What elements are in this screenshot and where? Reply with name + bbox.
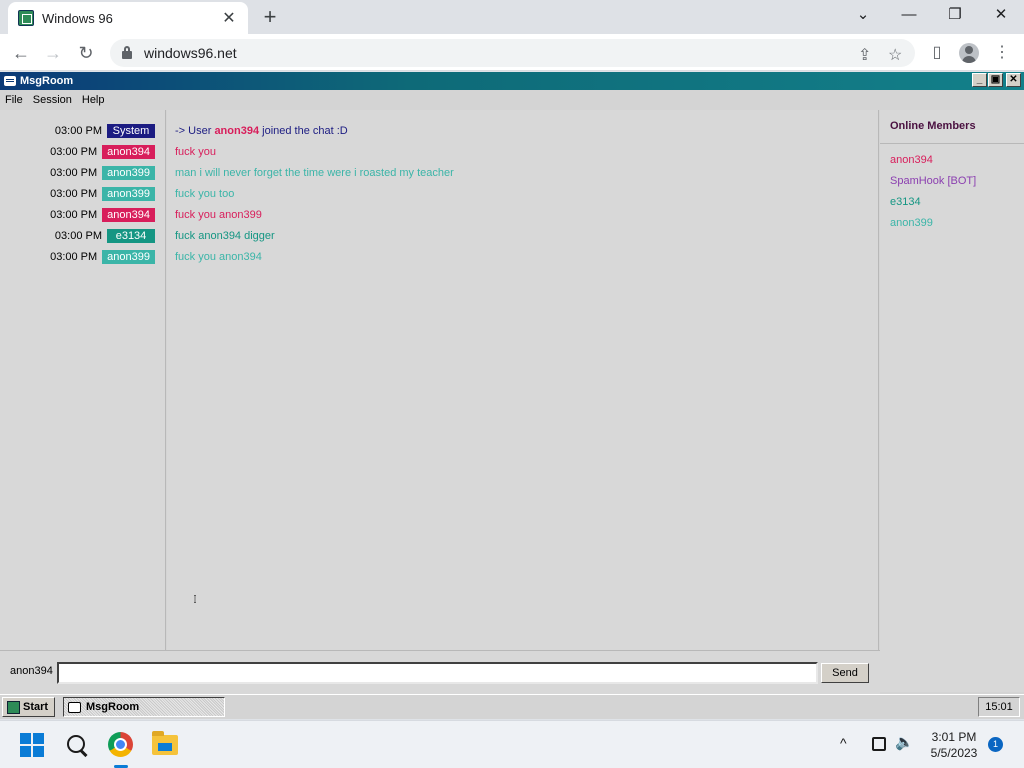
- address-bar[interactable]: windows96.net ⇪ ☆: [110, 39, 915, 67]
- restore-button[interactable]: ❐: [932, 0, 978, 32]
- window-close-button[interactable]: ✕: [1006, 73, 1021, 87]
- network-icon[interactable]: [872, 737, 886, 751]
- share-icon[interactable]: ⇪: [858, 45, 871, 65]
- msgroom-window: MsgRoom _ ▣ ✕ File Session Help 03:00 PM…: [0, 72, 1024, 694]
- message-time: 03:00 PM: [54, 230, 102, 242]
- file-explorer-icon[interactable]: [152, 731, 178, 755]
- notification-badge[interactable]: 1: [988, 737, 1003, 752]
- reload-button[interactable]: ↻: [73, 40, 99, 66]
- start-button[interactable]: Start: [2, 697, 55, 717]
- browser-tab-bar: Windows 96 ✕ + ⌄ — ❐ ✕: [0, 0, 1024, 34]
- message-meta: 03:00 PM anon399: [50, 249, 155, 265]
- menu-session[interactable]: Session: [33, 94, 72, 106]
- windows96-logo-icon: [7, 700, 20, 714]
- online-member[interactable]: anon399: [880, 213, 1024, 234]
- new-tab-button[interactable]: +: [258, 5, 282, 29]
- browser-tab[interactable]: Windows 96 ✕: [8, 2, 248, 34]
- clock-date: 5/5/2023: [930, 746, 978, 760]
- message-username-badge[interactable]: System: [107, 124, 155, 138]
- w96-clock[interactable]: 15:01: [978, 697, 1020, 717]
- text-cursor-icon: [194, 595, 196, 603]
- message-time: 03:00 PM: [50, 167, 98, 179]
- message-text: -> User anon394 joined the chat :D: [175, 123, 348, 139]
- tab-title: Windows 96: [42, 10, 113, 26]
- message-text: fuck you anon394: [175, 251, 262, 263]
- menu-help[interactable]: Help: [82, 94, 105, 106]
- message-time: 03:00 PM: [50, 209, 98, 221]
- side-panel-icon[interactable]: ▯: [925, 41, 949, 65]
- forward-button[interactable]: →: [40, 40, 66, 66]
- message-username-badge[interactable]: anon399: [102, 250, 155, 264]
- chat-bubble-icon: [4, 76, 16, 86]
- message-input-row: anon394 Send: [0, 650, 880, 694]
- clock-time: 3:01 PM: [931, 730, 977, 744]
- message-username-badge[interactable]: anon394: [102, 145, 155, 159]
- profile-avatar-icon: [959, 43, 979, 63]
- chat-bubble-icon: [68, 701, 81, 713]
- volume-icon[interactable]: 🔈: [895, 733, 914, 751]
- message-username-badge[interactable]: anon399: [102, 187, 155, 201]
- message-username-badge[interactable]: e3134: [107, 229, 155, 243]
- online-member[interactable]: SpamHook [BOT]: [880, 171, 1024, 192]
- message-username-badge[interactable]: anon394: [102, 208, 155, 222]
- message-time: 03:00 PM: [54, 125, 102, 137]
- system-message-prefix: -> User: [175, 125, 215, 137]
- message-time: 03:00 PM: [50, 146, 98, 158]
- message-time: 03:00 PM: [50, 188, 98, 200]
- online-members-header: Online Members: [880, 110, 1024, 144]
- message-meta: 03:00 PM anon394: [50, 144, 155, 160]
- window-titlebar[interactable]: MsgRoom _ ▣ ✕: [0, 72, 1024, 90]
- chrome-icon[interactable]: [108, 732, 133, 757]
- bookmark-star-icon[interactable]: ☆: [888, 45, 902, 65]
- message-username-badge[interactable]: anon399: [102, 166, 155, 180]
- w96-taskbar: Start MsgRoom 15:01: [0, 694, 1024, 719]
- message-list: -> User anon394 joined the chat :D fuck y…: [167, 110, 879, 650]
- online-members-list: anon394 SpamHook [BOT] e3134 anon399: [880, 144, 1024, 234]
- back-button[interactable]: ←: [8, 40, 34, 66]
- online-member[interactable]: anon394: [880, 150, 1024, 171]
- send-button[interactable]: Send: [821, 663, 869, 683]
- window-minimize-button[interactable]: _: [972, 73, 987, 87]
- message-text: fuck you too: [175, 188, 235, 200]
- lock-icon[interactable]: [122, 46, 132, 59]
- system-message-suffix: joined the chat :D: [259, 125, 348, 137]
- window-maximize-button[interactable]: ▣: [988, 73, 1003, 87]
- online-member[interactable]: e3134: [880, 192, 1024, 213]
- tab-search-chevron-icon[interactable]: ⌄: [840, 0, 886, 32]
- message-text: fuck anon394 digger: [175, 230, 275, 242]
- minimize-button[interactable]: —: [886, 0, 932, 32]
- tray-chevron-up-icon[interactable]: ^: [840, 735, 847, 751]
- browser-toolbar: ← → ↻ windows96.net ⇪ ☆ ▯ ⋮: [0, 34, 1024, 71]
- message-meta: 03:00 PM anon399: [50, 186, 155, 202]
- start-label: Start: [23, 701, 49, 713]
- message-meta-column: 03:00 PM System 03:00 PM anon394 03:00 PM ano…: [0, 110, 166, 650]
- online-members-panel: Online Members anon394 SpamHook [BOT] e313…: [880, 110, 1024, 692]
- taskbar-msgroom-label: MsgRoom: [86, 701, 140, 713]
- address-url[interactable]: windows96.net: [144, 45, 237, 61]
- browser-menu-icon[interactable]: ⋮: [990, 41, 1014, 65]
- message-meta: 03:00 PM System: [55, 123, 155, 139]
- search-icon[interactable]: [65, 733, 89, 757]
- message-text: fuck you: [175, 146, 216, 158]
- message-time: 03:00 PM: [50, 251, 98, 263]
- message-meta: 03:00 PM anon394: [50, 207, 155, 223]
- message-meta: 03:00 PM anon399: [50, 165, 155, 181]
- current-username: anon394: [10, 665, 53, 677]
- windows-start-icon[interactable]: [20, 733, 44, 757]
- message-input[interactable]: [57, 662, 818, 684]
- menu-file[interactable]: File: [5, 94, 23, 106]
- window-title: MsgRoom: [20, 75, 74, 87]
- windows96-favicon-icon: [18, 10, 34, 26]
- profile-button[interactable]: [957, 41, 981, 65]
- close-window-button[interactable]: ✕: [978, 0, 1024, 32]
- windows-taskbar: ^ 🔈 3:01 PM 5/5/2023 1: [0, 720, 1024, 768]
- tab-close-icon[interactable]: ✕: [220, 8, 238, 28]
- taskbar-msgroom-button[interactable]: MsgRoom: [63, 697, 225, 717]
- message-meta: 03:00 PM e3134: [55, 228, 155, 244]
- message-text: man i will never forget the time were i …: [175, 167, 454, 179]
- system-message-user: anon394: [214, 125, 260, 137]
- system-clock[interactable]: 3:01 PM 5/5/2023: [920, 729, 988, 761]
- message-text: fuck you anon399: [175, 209, 262, 221]
- menu-bar: File Session Help: [0, 90, 1024, 110]
